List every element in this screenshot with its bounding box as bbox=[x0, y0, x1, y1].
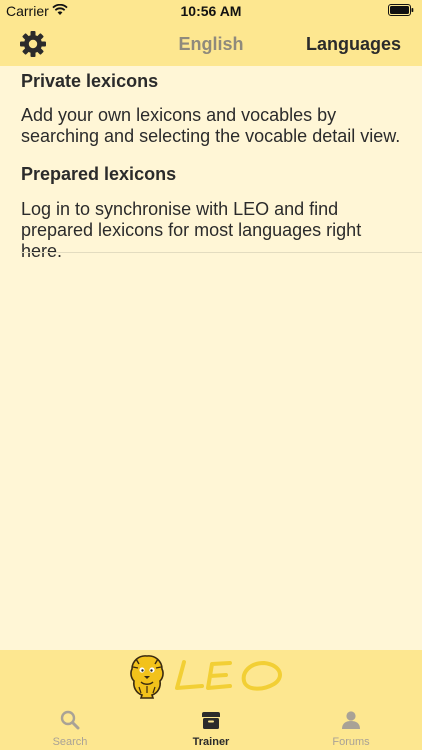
tab-forums[interactable]: Forums bbox=[281, 704, 421, 750]
divider bbox=[21, 252, 422, 253]
tab-trainer[interactable]: Trainer bbox=[141, 704, 281, 750]
tab-search[interactable]: Search bbox=[0, 704, 140, 750]
navigation-bar: English Languages bbox=[0, 22, 422, 66]
status-bar: Carrier 10:56 AM bbox=[0, 0, 422, 22]
leo-logo-area bbox=[0, 650, 422, 704]
languages-button[interactable]: Languages bbox=[306, 34, 401, 55]
tab-trainer-label: Trainer bbox=[192, 736, 230, 748]
box-icon bbox=[202, 712, 220, 729]
status-time: 10:56 AM bbox=[180, 3, 242, 19]
leo-wordmark-logo bbox=[175, 660, 282, 691]
battery-icon bbox=[388, 4, 414, 16]
magnifier-icon bbox=[60, 710, 80, 730]
lion-mascot-icon bbox=[130, 655, 164, 699]
tab-search-label: Search bbox=[52, 736, 88, 748]
person-icon bbox=[342, 711, 360, 729]
tab-bar: Search Trainer Forums bbox=[0, 704, 422, 750]
tab-forums-label: Forums bbox=[332, 736, 370, 748]
section-header-private-lexicons: Private lexicons bbox=[21, 71, 159, 91]
section-text-private-lexicons: Add your own lexicons and vocables by se… bbox=[21, 105, 401, 146]
section-header-prepared-lexicons: Prepared lexicons bbox=[21, 164, 177, 184]
